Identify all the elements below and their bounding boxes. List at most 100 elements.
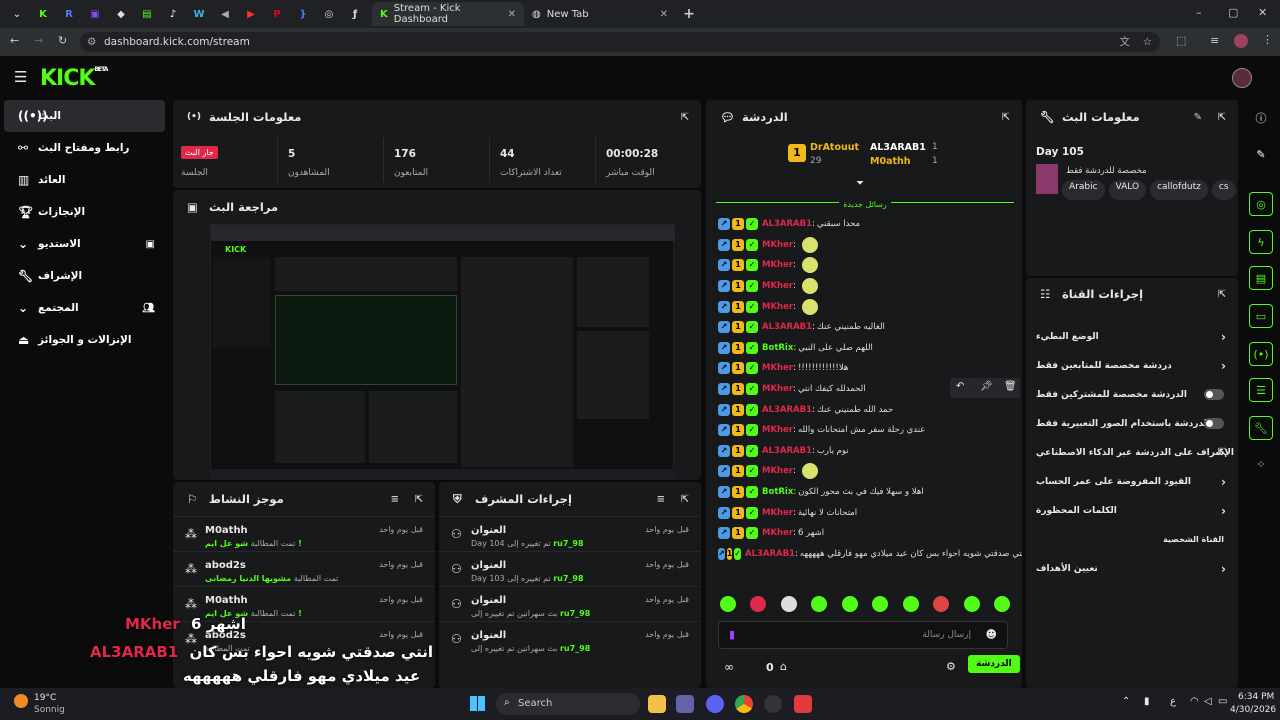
mic-icon[interactable]: ▮ bbox=[1144, 696, 1150, 707]
chat-username[interactable]: MKher bbox=[762, 384, 793, 394]
teams-icon[interactable] bbox=[676, 695, 694, 713]
shop-icon[interactable]: ⌂ bbox=[780, 660, 787, 673]
chat-message[interactable]: ↗ 1 ✓ BotRix: اهلا و سهلا فيك في بث محور الك… bbox=[706, 482, 1022, 503]
external-link-icon[interactable]: ⇱ bbox=[1218, 447, 1226, 458]
sidebar-item-drops[interactable]: ⏏ الإنزالات و الجوائز bbox=[4, 324, 165, 356]
emote-icon[interactable] bbox=[993, 596, 1010, 612]
chat-username[interactable]: MKher bbox=[762, 425, 793, 435]
pinned-tab-twitch-icon[interactable]: ▣ bbox=[82, 4, 108, 24]
chat-message[interactable]: ↗ 1 ✓ BotRix: اللهم صلي على النبي bbox=[706, 338, 1022, 359]
star-icon[interactable]: ☆ bbox=[1143, 32, 1152, 52]
volume-icon[interactable]: ◁ bbox=[1204, 696, 1212, 707]
chat-message[interactable]: ↗ 1 ✓ MKher: bbox=[706, 255, 1022, 276]
capture-icon[interactable]: ◎ bbox=[1249, 192, 1273, 216]
info-icon[interactable]: ⓘ bbox=[1249, 106, 1273, 130]
channel-action-item[interactable]: دردشة مخصصة للمتابعين فقط › bbox=[1026, 351, 1238, 380]
profile-avatar[interactable] bbox=[1234, 34, 1248, 48]
new-tab-icon[interactable]: + bbox=[676, 4, 702, 24]
chat-message[interactable]: ↗ 1 ✓ MKher: عندي رحلة سفر مش امتحانات والله bbox=[706, 420, 1022, 441]
chat-username[interactable]: MKher bbox=[762, 260, 793, 270]
popout-icon[interactable]: ⇱ bbox=[681, 494, 689, 505]
maximize-icon[interactable]: ▢ bbox=[1228, 6, 1238, 19]
chat-message[interactable]: ↗ 1 ✓ MKher: bbox=[706, 296, 1022, 317]
chat-message[interactable]: ↗ 1 ✓ AL3ARAB1: نوم يارب bbox=[706, 441, 1022, 462]
pinned-tab-icon[interactable]: ◎ bbox=[316, 4, 342, 24]
channel-action-item[interactable]: تعيين الأهداف › bbox=[1026, 554, 1238, 583]
channel-action-item[interactable]: الدردشة مخصصة للمشتركين فقط bbox=[1026, 380, 1238, 409]
channel-action-item[interactable]: القناة الشخصية bbox=[1026, 525, 1238, 554]
layout-icon[interactable]: ☰ bbox=[1249, 378, 1273, 402]
window-close-icon[interactable]: ✕ bbox=[1258, 6, 1267, 19]
live-icon[interactable]: (•) bbox=[1249, 342, 1273, 366]
gear-icon[interactable]: ⚙ bbox=[946, 660, 956, 673]
chat-username[interactable]: MKher bbox=[762, 528, 793, 538]
chat-username[interactable]: AL3ARAB1 bbox=[745, 549, 795, 559]
hamburger-menu-icon[interactable]: ☰ bbox=[14, 68, 27, 86]
collapse-icon[interactable]: ⏷ bbox=[856, 178, 864, 189]
stream-preview-video[interactable]: KICK bbox=[210, 224, 675, 479]
sidebar-item-moderation[interactable]: 🔧︎ الإشراف bbox=[4, 260, 165, 292]
tab-new-tab[interactable]: ◍ New Tab ✕ bbox=[524, 2, 676, 26]
chevron-right-icon[interactable]: › bbox=[1221, 359, 1226, 373]
lightning-icon[interactable]: ϟ bbox=[1249, 230, 1273, 254]
popout-icon[interactable]: ⇱ bbox=[1218, 289, 1226, 300]
more-icon[interactable]: ⁘ bbox=[1249, 452, 1273, 476]
chevron-right-icon[interactable]: › bbox=[1221, 475, 1226, 489]
emoji-icon[interactable]: ☻ bbox=[986, 628, 997, 641]
close-icon[interactable]: ✕ bbox=[660, 9, 668, 20]
user-avatar[interactable] bbox=[1232, 68, 1252, 88]
chat-username[interactable]: AL3ARAB1 bbox=[762, 405, 812, 415]
pinned-tab-youtube-icon[interactable]: ▶ bbox=[238, 4, 264, 24]
popout-icon[interactable]: ⇱ bbox=[681, 112, 689, 123]
minimize-icon[interactable]: – bbox=[1196, 6, 1202, 19]
chat-icon[interactable]: ▭ bbox=[1249, 304, 1273, 328]
back-icon[interactable]: ← bbox=[10, 34, 19, 47]
sidebar-item-live[interactable]: ((•)) البث bbox=[4, 100, 165, 132]
sidebar-item-community[interactable]: ⌄ المجتمع 👥︎ bbox=[4, 292, 165, 324]
weather-icon[interactable] bbox=[14, 694, 28, 708]
popout-icon[interactable]: ⇱ bbox=[1002, 112, 1010, 123]
tag-chip[interactable]: Arabic bbox=[1062, 180, 1105, 200]
pinned-tab-r-icon[interactable]: R bbox=[56, 4, 82, 24]
emote-icon[interactable] bbox=[720, 596, 736, 612]
chevron-right-icon[interactable]: › bbox=[1221, 562, 1226, 576]
emote-icon[interactable] bbox=[841, 596, 858, 612]
sidebar-item-studio[interactable]: ⌄ الاستديو ▣ bbox=[4, 228, 165, 260]
chat-message[interactable]: ↗ 1 ✓ MKher: bbox=[706, 276, 1022, 297]
popout-icon[interactable]: ⇱ bbox=[1218, 112, 1226, 123]
channel-action-item[interactable]: الكلمات المحظورة › bbox=[1026, 496, 1238, 525]
emote-icon[interactable] bbox=[902, 596, 919, 612]
emote-icon[interactable] bbox=[933, 596, 950, 612]
emote-icon[interactable] bbox=[872, 596, 889, 612]
toggle-switch[interactable] bbox=[1204, 418, 1224, 429]
emote-icon[interactable] bbox=[963, 596, 980, 612]
chevron-right-icon[interactable]: › bbox=[1221, 330, 1226, 344]
pinned-tab-icon[interactable]: ◆ bbox=[108, 4, 134, 24]
reply-icon[interactable]: ↶ bbox=[956, 381, 964, 392]
extensions-icon[interactable]: ⬚ bbox=[1176, 34, 1186, 47]
chat-message[interactable]: ↗ 1 ✓ MKher: bbox=[706, 461, 1022, 482]
pinned-tab-icon[interactable]: W bbox=[186, 4, 212, 24]
edit-icon[interactable]: ✎ bbox=[1194, 112, 1202, 123]
chat-username[interactable]: MKher bbox=[762, 302, 793, 312]
chat-message[interactable]: ↗ 1 ✓ MKher: امتحانات لا نهائية bbox=[706, 502, 1022, 523]
taskbar-search[interactable]: ⌕ Search bbox=[496, 693, 640, 715]
close-icon[interactable]: ✕ bbox=[508, 9, 516, 20]
keyboard-language[interactable]: ع bbox=[1170, 696, 1176, 707]
emote-icon[interactable] bbox=[780, 596, 797, 612]
chat-username[interactable]: MKher bbox=[762, 363, 793, 373]
pinned-tab-kick-icon[interactable]: K bbox=[30, 4, 56, 24]
tag-chip[interactable]: callofdutz bbox=[1150, 180, 1208, 200]
file-explorer-icon[interactable] bbox=[648, 695, 666, 713]
chat-message[interactable]: ↗ 1 ✓ AL3ARAB1: انتي صدقتي شويه احواء بس كان… bbox=[706, 544, 1022, 565]
pinned-tab-sound-icon[interactable]: ◀ bbox=[212, 4, 238, 24]
channel-action-item[interactable]: القيود المفروضة على عمر الحساب › bbox=[1026, 467, 1238, 496]
mic-icon[interactable]: ▮ bbox=[729, 628, 735, 641]
tab-kick-dashboard[interactable]: K Stream - Kick Dashboard ✕ bbox=[372, 2, 524, 26]
popout-icon[interactable]: ⇱ bbox=[415, 494, 423, 505]
filter-icon[interactable]: ≡ bbox=[391, 494, 399, 505]
infinity-icon[interactable]: ∞ bbox=[724, 660, 734, 674]
chat-message[interactable]: ↗ 1 ✓ AL3ARAB1: حمد الله طمنيني عنك bbox=[706, 399, 1022, 420]
chat-send-button[interactable]: الدردشة bbox=[968, 655, 1020, 673]
tab-list-icon[interactable]: ⌄ bbox=[4, 4, 30, 24]
